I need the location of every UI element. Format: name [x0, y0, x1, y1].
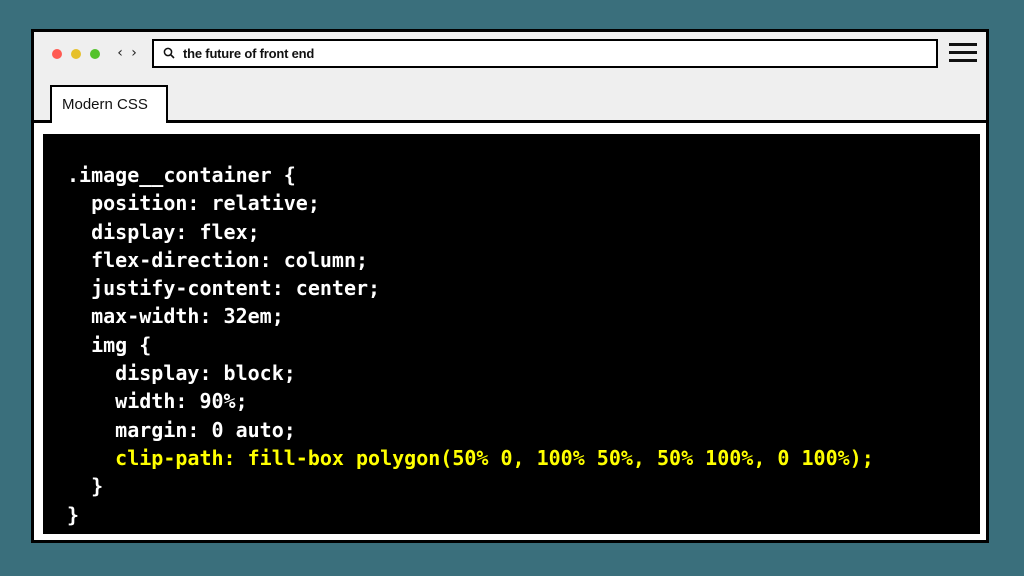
- code-line: margin: 0 auto;: [67, 417, 296, 442]
- back-button[interactable]: ‹: [113, 43, 127, 63]
- tab-modern-css[interactable]: Modern CSS: [50, 85, 168, 123]
- close-window-button[interactable]: [52, 49, 62, 59]
- code-panel: .image__container { position: relative; …: [43, 134, 980, 534]
- browser-window: ‹ › the future of front end Modern CSS .…: [31, 29, 989, 543]
- code-block: .image__container { position: relative; …: [67, 161, 874, 529]
- code-line: width: 90%;: [67, 389, 248, 414]
- tab-label: Modern CSS: [62, 96, 148, 113]
- maximize-window-button[interactable]: [90, 49, 100, 59]
- code-line-highlighted: clip-path: fill-box polygon(50% 0, 100% …: [67, 445, 874, 470]
- code-line: max-width: 32em;: [67, 304, 284, 329]
- address-bar[interactable]: the future of front end: [152, 39, 938, 68]
- search-icon: [163, 47, 175, 59]
- address-bar-text[interactable]: the future of front end: [183, 41, 314, 66]
- hamburger-menu-icon[interactable]: [949, 41, 977, 65]
- code-line: justify-content: center;: [67, 276, 381, 301]
- code-line: flex-direction: column;: [67, 247, 369, 272]
- code-line: }: [67, 502, 80, 527]
- code-line: display: flex;: [67, 219, 260, 244]
- code-line: display: block;: [67, 361, 296, 386]
- browser-chrome: ‹ › the future of front end Modern CSS: [34, 32, 986, 123]
- code-line: position: relative;: [67, 191, 320, 216]
- code-line: .image__container {: [67, 163, 296, 187]
- code-line: }: [67, 474, 104, 499]
- minimize-window-button[interactable]: [71, 49, 81, 59]
- code-line: img {: [67, 332, 152, 357]
- forward-button[interactable]: ›: [127, 43, 141, 63]
